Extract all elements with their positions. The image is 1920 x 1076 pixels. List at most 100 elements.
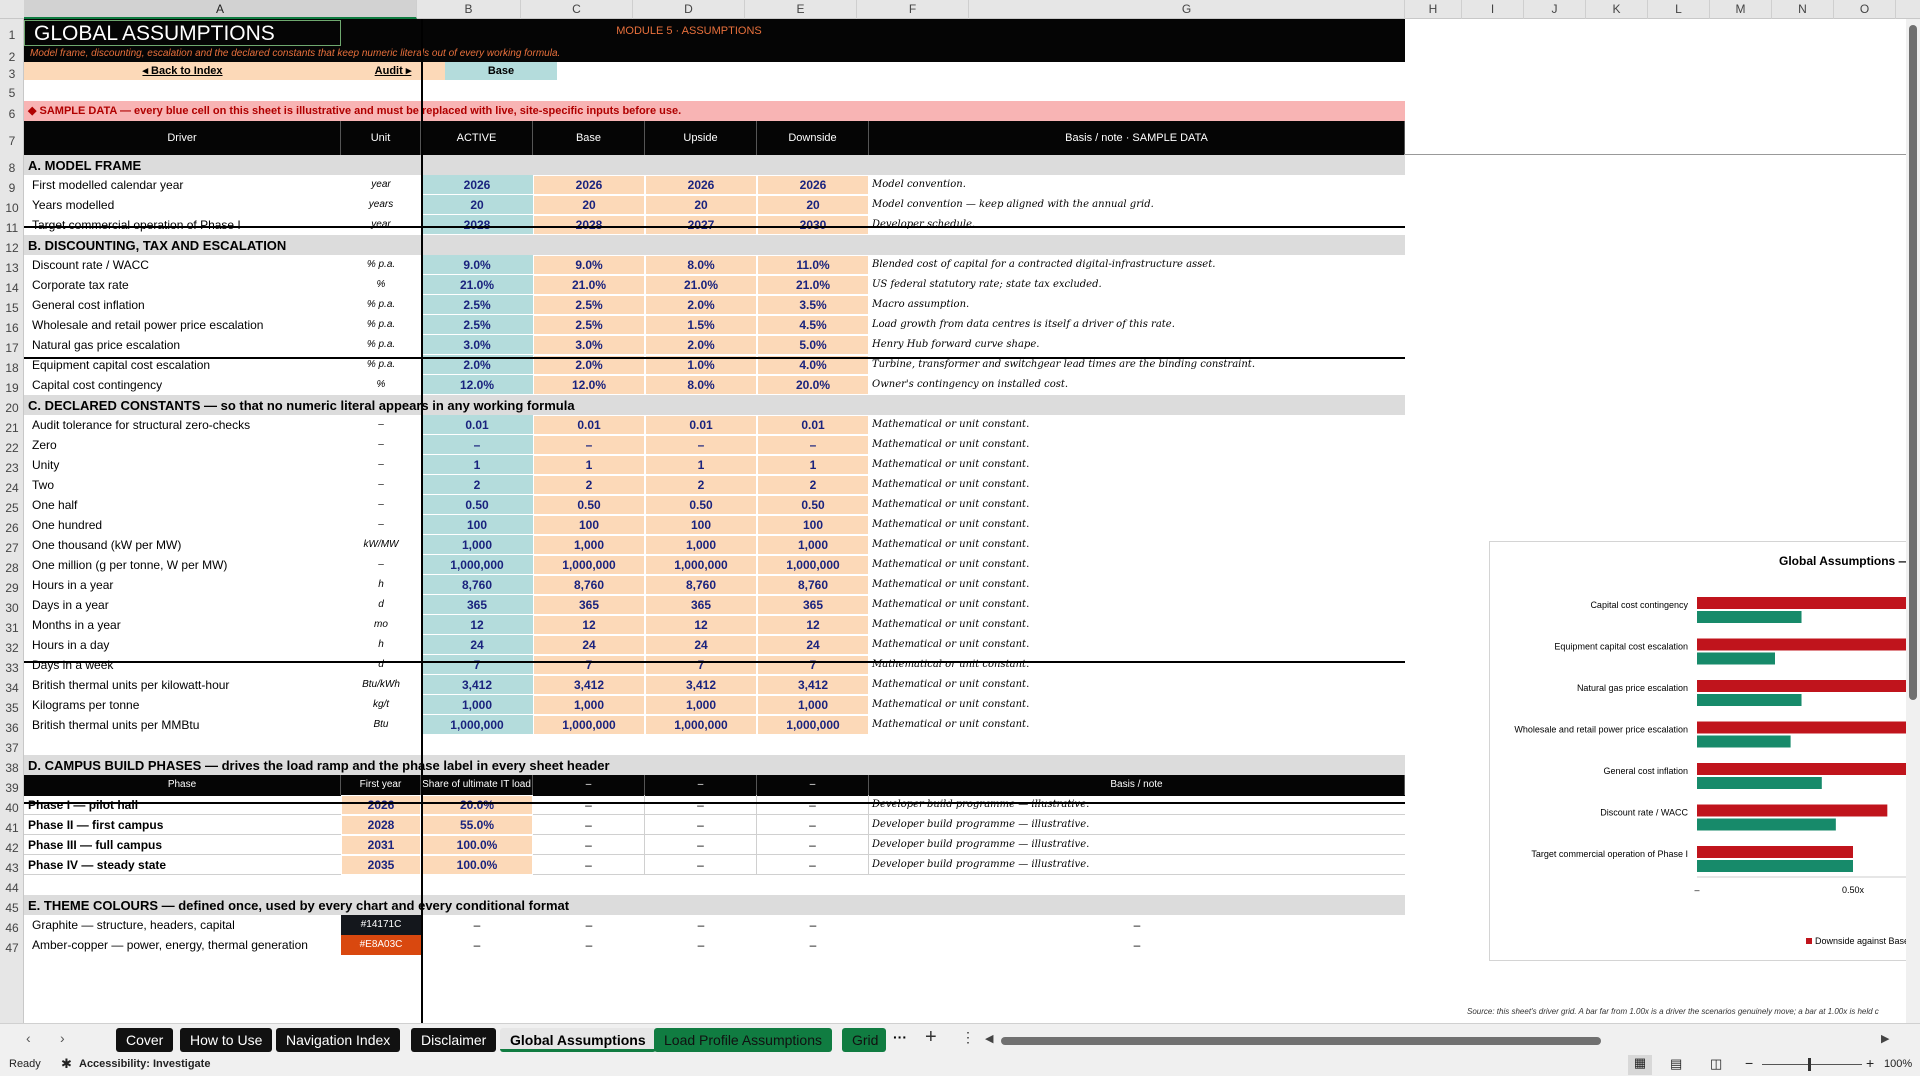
row-header-22[interactable]: 22: [0, 435, 24, 455]
horizontal-scrollbar[interactable]: ◀ ▶: [985, 1033, 1890, 1046]
upside-value-cell[interactable]: 1,000: [645, 535, 757, 555]
zoom-in-icon[interactable]: +: [1866, 1055, 1874, 1071]
row-header-19[interactable]: 19: [0, 375, 24, 395]
downside-value-cell[interactable]: 4.5%: [757, 315, 869, 335]
row-header-32[interactable]: 32: [0, 635, 24, 655]
column-header-m[interactable]: M: [1710, 0, 1772, 19]
column-header-h[interactable]: H: [1405, 0, 1462, 19]
active-value-cell[interactable]: 20: [421, 195, 533, 215]
active-scenario-cell[interactable]: Base: [445, 62, 557, 80]
upside-value-cell[interactable]: 21.0%: [645, 275, 757, 295]
row-header-9[interactable]: 9: [0, 175, 24, 195]
phase-load-share[interactable]: 20.0%: [421, 795, 533, 815]
row-header-47[interactable]: 47: [0, 935, 24, 955]
upside-value-cell[interactable]: 2.0%: [645, 295, 757, 315]
row-header-15[interactable]: 15: [0, 295, 24, 315]
sheet-tab-navigation-index[interactable]: Navigation Index: [276, 1028, 401, 1052]
downside-value-cell[interactable]: 1,000,000: [757, 555, 869, 575]
row-header-40[interactable]: 40: [0, 795, 24, 815]
row-header-45[interactable]: 45: [0, 895, 24, 915]
base-value-cell[interactable]: 7: [533, 655, 645, 675]
active-value-cell[interactable]: 2026: [421, 175, 533, 195]
row-header-14[interactable]: 14: [0, 275, 24, 295]
row-header-8[interactable]: 8: [0, 155, 24, 175]
upside-value-cell[interactable]: 8.0%: [645, 375, 757, 395]
base-value-cell[interactable]: 0.50: [533, 495, 645, 515]
row-header-39[interactable]: 39: [0, 775, 24, 795]
upside-value-cell[interactable]: 24: [645, 635, 757, 655]
active-value-cell[interactable]: 0.01: [421, 415, 533, 435]
upside-value-cell[interactable]: 100: [645, 515, 757, 535]
upside-value-cell[interactable]: 12: [645, 615, 757, 635]
downside-value-cell[interactable]: 2: [757, 475, 869, 495]
base-value-cell[interactable]: 2.5%: [533, 295, 645, 315]
downside-value-cell[interactable]: 1,000: [757, 535, 869, 555]
row-header-35[interactable]: 35: [0, 695, 24, 715]
scenario-spread-chart[interactable]: Global Assumptions — Sc Capital cost cont…: [1489, 541, 1920, 961]
downside-value-cell[interactable]: 20.0%: [757, 375, 869, 395]
upside-value-cell[interactable]: –: [645, 435, 757, 455]
row-header-11[interactable]: 11: [0, 215, 24, 235]
row-header-38[interactable]: 38: [0, 755, 24, 775]
theme-colour-swatch[interactable]: #14171C: [341, 915, 421, 935]
downside-value-cell[interactable]: 2030: [757, 215, 869, 235]
downside-value-cell[interactable]: –: [757, 435, 869, 455]
tab-scroll-right-icon[interactable]: ›: [60, 1030, 65, 1046]
accessibility-icon[interactable]: ✱: [61, 1056, 72, 1072]
normal-view-icon[interactable]: ▦: [1628, 1055, 1652, 1075]
row-header-13[interactable]: 13: [0, 255, 24, 275]
upside-value-cell[interactable]: 2.0%: [645, 335, 757, 355]
base-value-cell[interactable]: 2.5%: [533, 315, 645, 335]
downside-value-cell[interactable]: 5.0%: [757, 335, 869, 355]
base-value-cell[interactable]: 24: [533, 635, 645, 655]
page-layout-icon[interactable]: ▤: [1670, 1056, 1682, 1072]
base-value-cell[interactable]: 1,000,000: [533, 555, 645, 575]
downside-value-cell[interactable]: 365: [757, 595, 869, 615]
downside-value-cell[interactable]: 1,000: [757, 695, 869, 715]
downside-value-cell[interactable]: 2026: [757, 175, 869, 195]
scroll-left-arrow-icon[interactable]: ◀: [985, 1032, 993, 1045]
base-value-cell[interactable]: 1,000: [533, 535, 645, 555]
tab-more-button[interactable]: ···: [893, 1029, 907, 1045]
active-value-cell[interactable]: 1: [421, 455, 533, 475]
phase-first-year[interactable]: 2026: [341, 795, 421, 815]
zoom-slider[interactable]: [1762, 1064, 1862, 1065]
column-header-n[interactable]: N: [1772, 0, 1834, 19]
column-header-j[interactable]: J: [1524, 0, 1586, 19]
sheet-tab-disclaimer[interactable]: Disclaimer: [411, 1028, 497, 1052]
row-header-37[interactable]: 37: [0, 735, 24, 755]
active-value-cell[interactable]: 1,000: [421, 695, 533, 715]
base-value-cell[interactable]: 1: [533, 455, 645, 475]
upside-value-cell[interactable]: 365: [645, 595, 757, 615]
downside-value-cell[interactable]: 8,760: [757, 575, 869, 595]
base-value-cell[interactable]: 1,000: [533, 695, 645, 715]
tab-scroll-left-icon[interactable]: ‹: [26, 1030, 31, 1046]
active-value-cell[interactable]: 2028: [421, 215, 533, 235]
row-header-34[interactable]: 34: [0, 675, 24, 695]
active-value-cell[interactable]: 7: [421, 655, 533, 675]
base-value-cell[interactable]: 2: [533, 475, 645, 495]
base-value-cell[interactable]: 9.0%: [533, 255, 645, 275]
downside-value-cell[interactable]: 7: [757, 655, 869, 675]
active-value-cell[interactable]: 1,000: [421, 535, 533, 555]
row-header-36[interactable]: 36: [0, 715, 24, 735]
column-header-f[interactable]: F: [857, 0, 969, 19]
base-value-cell[interactable]: 100: [533, 515, 645, 535]
active-value-cell[interactable]: 3.0%: [421, 335, 533, 355]
upside-value-cell[interactable]: 0.50: [645, 495, 757, 515]
add-sheet-button[interactable]: +: [925, 1026, 937, 1049]
zoom-slider-thumb[interactable]: [1808, 1058, 1811, 1071]
active-value-cell[interactable]: 2.5%: [421, 295, 533, 315]
column-header-l[interactable]: L: [1648, 0, 1710, 19]
downside-value-cell[interactable]: 21.0%: [757, 275, 869, 295]
column-header-e[interactable]: E: [745, 0, 857, 19]
active-value-cell[interactable]: 21.0%: [421, 275, 533, 295]
row-header-10[interactable]: 10: [0, 195, 24, 215]
row-header-29[interactable]: 29: [0, 575, 24, 595]
downside-value-cell[interactable]: 3.5%: [757, 295, 869, 315]
zoom-level[interactable]: 100%: [1884, 1058, 1912, 1070]
active-value-cell[interactable]: 3,412: [421, 675, 533, 695]
upside-value-cell[interactable]: 0.01: [645, 415, 757, 435]
scroll-right-arrow-icon[interactable]: ▶: [1881, 1032, 1889, 1045]
upside-value-cell[interactable]: 2027: [645, 215, 757, 235]
